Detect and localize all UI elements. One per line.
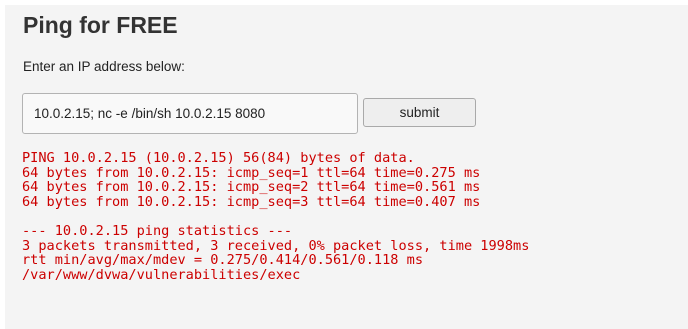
ping-panel: Ping for FREE Enter an IP address below:… [5, 5, 688, 329]
output-line: 64 bytes from 10.0.2.15: icmp_seq=1 ttl=… [22, 164, 481, 181]
output-line: 64 bytes from 10.0.2.15: icmp_seq=3 ttl=… [22, 193, 481, 210]
output-line: 64 bytes from 10.0.2.15: icmp_seq=2 ttl=… [22, 179, 481, 196]
ip-prompt-label: Enter an IP address below: [23, 59, 185, 74]
ip-address-input[interactable] [22, 93, 358, 134]
output-line: /var/www/dvwa/vulnerabilities/exec [22, 266, 301, 283]
output-line: rtt min/avg/max/mdev = 0.275/0.414/0.561… [22, 252, 424, 269]
page-title: Ping for FREE [23, 12, 178, 38]
ping-output: PING 10.0.2.15 (10.0.2.15) 56(84) bytes … [22, 151, 529, 282]
submit-button[interactable]: submit [363, 98, 476, 127]
output-line: --- 10.0.2.15 ping statistics --- [22, 222, 293, 239]
output-line: PING 10.0.2.15 (10.0.2.15) 56(84) bytes … [22, 150, 415, 166]
output-line: 3 packets transmitted, 3 received, 0% pa… [22, 237, 530, 254]
